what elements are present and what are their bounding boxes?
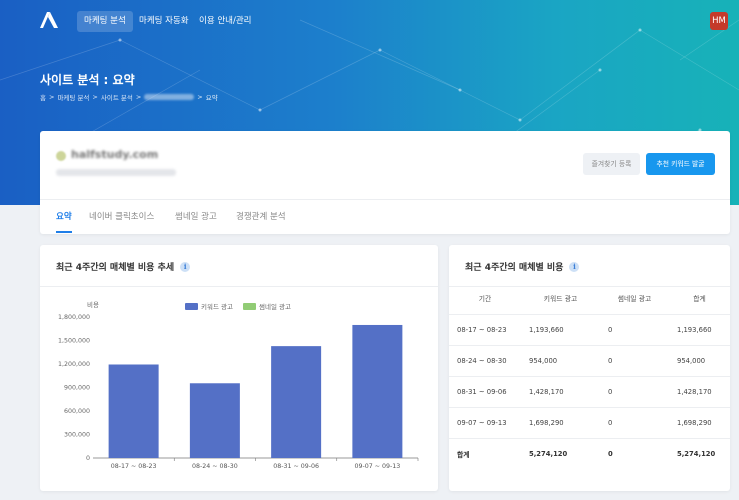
breadcrumb-site-redacted [144, 94, 195, 100]
y-tick-label: 600,000 [64, 408, 90, 415]
nav-item-marketing-automation[interactable]: 마케팅 자동화 [132, 11, 196, 32]
logo-icon[interactable] [38, 11, 60, 29]
cell-keyword-ad: 1,193,660 [521, 314, 600, 346]
page-title: 사이트 분석 : 요약 [40, 73, 135, 87]
legend-swatch [185, 303, 198, 310]
bar-keyword-ad [271, 346, 322, 458]
cost-table: 기간 키워드 광고 썸네일 광고 합계 08-17 ~ 08-23 1,193,6… [449, 283, 730, 469]
nav-item-marketing-analysis[interactable]: 마케팅 분석 [77, 11, 133, 32]
y-tick-label: 0 [86, 455, 90, 462]
col-header-period: 기간 [449, 283, 521, 315]
cost-trend-title-text: 최근 4주간의 매체별 비용 추세 [56, 263, 175, 273]
breadcrumb: 홈 > 마케팅 분석 > 사이트 분석 > > 요약 [40, 92, 218, 102]
cell-period: 08-17 ~ 08-23 [449, 314, 521, 346]
total-label: 합계 [457, 450, 470, 459]
x-tick-label: 08-17 ~ 08-23 [111, 463, 157, 470]
cell-thumbnail-ad: 0 [608, 449, 613, 458]
cell-keyword-ad: 954,000 [521, 345, 600, 377]
legend-swatch [243, 303, 256, 310]
cell-period: 09-07 ~ 09-13 [449, 407, 521, 439]
cell-thumbnail-ad: 0 [600, 345, 669, 377]
site-description-redacted [56, 169, 176, 176]
breadcrumb-site-analysis[interactable]: 사이트 분석 [101, 92, 133, 102]
site-name: halfstudy.com [71, 148, 159, 161]
cell-total: 5,274,120 [677, 449, 716, 458]
y-tick-label: 1,500,000 [58, 338, 90, 345]
breadcrumb-separator: > [92, 93, 98, 101]
top-navigation: 마케팅 분석 마케팅 자동화 이용 안내/관리 HM [0, 0, 739, 42]
cost-table-title: 최근 4주간의 매체별 비용 i [465, 260, 580, 273]
bar-keyword-ad [108, 364, 159, 458]
legend-entry: 썸네일 광고 [259, 302, 291, 311]
info-icon[interactable]: i [569, 261, 580, 272]
recommend-keyword-button[interactable]: 추천 키워드 발굴 [646, 153, 715, 175]
cell-thumbnail-ad: 0 [600, 376, 669, 408]
col-header-total: 합계 [669, 283, 730, 315]
bar-keyword-ad [352, 324, 403, 458]
cell-thumbnail-ad: 0 [600, 407, 669, 439]
cell-total: 1,428,170 [669, 376, 730, 408]
breadcrumb-separator: > [48, 93, 55, 101]
cost-trend-title: 최근 4주간의 매체별 비용 추세 i [56, 260, 191, 273]
breadcrumb-separator: > [135, 93, 142, 101]
tab-competition-analysis[interactable]: 경쟁관계 분석 [236, 210, 286, 222]
add-favorite-button[interactable]: 즐겨찾기 등록 [583, 153, 640, 175]
y-tick-label: 1,800,000 [58, 314, 90, 321]
breadcrumb-marketing-analysis[interactable]: 마케팅 분석 [57, 92, 89, 102]
user-avatar[interactable]: HM [710, 12, 728, 30]
cell-total: 954,000 [669, 345, 730, 377]
bar-keyword-ad [189, 383, 240, 458]
breadcrumb-current: 요약 [205, 94, 218, 102]
x-tick-label: 08-31 ~ 09-06 [273, 463, 319, 470]
legend-entry: 키워드 광고 [201, 302, 233, 311]
y-tick-label: 1,200,000 [58, 361, 90, 368]
site-summary-card: halfstudy.com 즐겨찾기 등록 추천 키워드 발굴 요약 네이버 클… [40, 131, 730, 234]
table-row: 09-07 ~ 09-13 1,698,290 0 1,698,290 [449, 407, 730, 439]
table-row: 08-17 ~ 08-23 1,193,660 0 1,193,660 [449, 314, 730, 346]
y-tick-label: 300,000 [64, 432, 90, 439]
cell-period: 08-31 ~ 09-06 [449, 376, 521, 408]
tab-summary[interactable]: 요약 [56, 210, 72, 222]
site-favicon [56, 151, 66, 161]
cell-period: 08-24 ~ 08-30 [449, 345, 521, 377]
cell-total: 1,698,290 [669, 407, 730, 439]
table-row: 08-31 ~ 09-06 1,428,170 0 1,428,170 [449, 376, 730, 408]
y-axis-label: 비용 [87, 300, 99, 309]
cell-thumbnail-ad: 0 [600, 314, 669, 346]
cost-trend-card: 최근 4주간의 매체별 비용 추세 i 비용 0 300,000 600,000 900… [40, 245, 438, 491]
breadcrumb-separator: > [197, 93, 203, 101]
cost-trend-chart: 비용 0 300,000 600,000 900,000 1,200,000 1,500,0… [58, 300, 419, 470]
info-icon[interactable]: i [180, 261, 191, 272]
x-tick-label: 08-24 ~ 08-30 [192, 463, 238, 470]
y-tick-label: 900,000 [64, 385, 90, 392]
cost-table-title-text: 최근 4주간의 매체별 비용 [465, 263, 564, 273]
cell-keyword-ad: 5,274,120 [529, 449, 568, 458]
cell-keyword-ad: 1,698,290 [521, 407, 600, 439]
cell-keyword-ad: 1,428,170 [521, 376, 600, 408]
table-row: 08-24 ~ 08-30 954,000 0 954,000 [449, 345, 730, 377]
col-header-thumbnail-ad: 썸네일 광고 [600, 283, 669, 315]
cell-total: 1,193,660 [669, 314, 730, 346]
active-tab-indicator [56, 231, 72, 233]
table-total-row: 합계 5,274,120 0 5,274,120 [449, 438, 730, 469]
tab-thumbnail-ad[interactable]: 썸네일 광고 [175, 210, 217, 222]
breadcrumb-home[interactable]: 홈 [40, 92, 46, 102]
nav-item-usage-guide[interactable]: 이용 안내/관리 [192, 11, 259, 32]
tab-naver-click-choice[interactable]: 네이버 클릭초이스 [89, 210, 154, 222]
col-header-keyword-ad: 키워드 광고 [521, 283, 600, 315]
x-tick-label: 09-07 ~ 09-13 [354, 463, 400, 470]
table-header-row: 기간 키워드 광고 썸네일 광고 합계 [449, 283, 730, 315]
card-divider [40, 199, 730, 200]
